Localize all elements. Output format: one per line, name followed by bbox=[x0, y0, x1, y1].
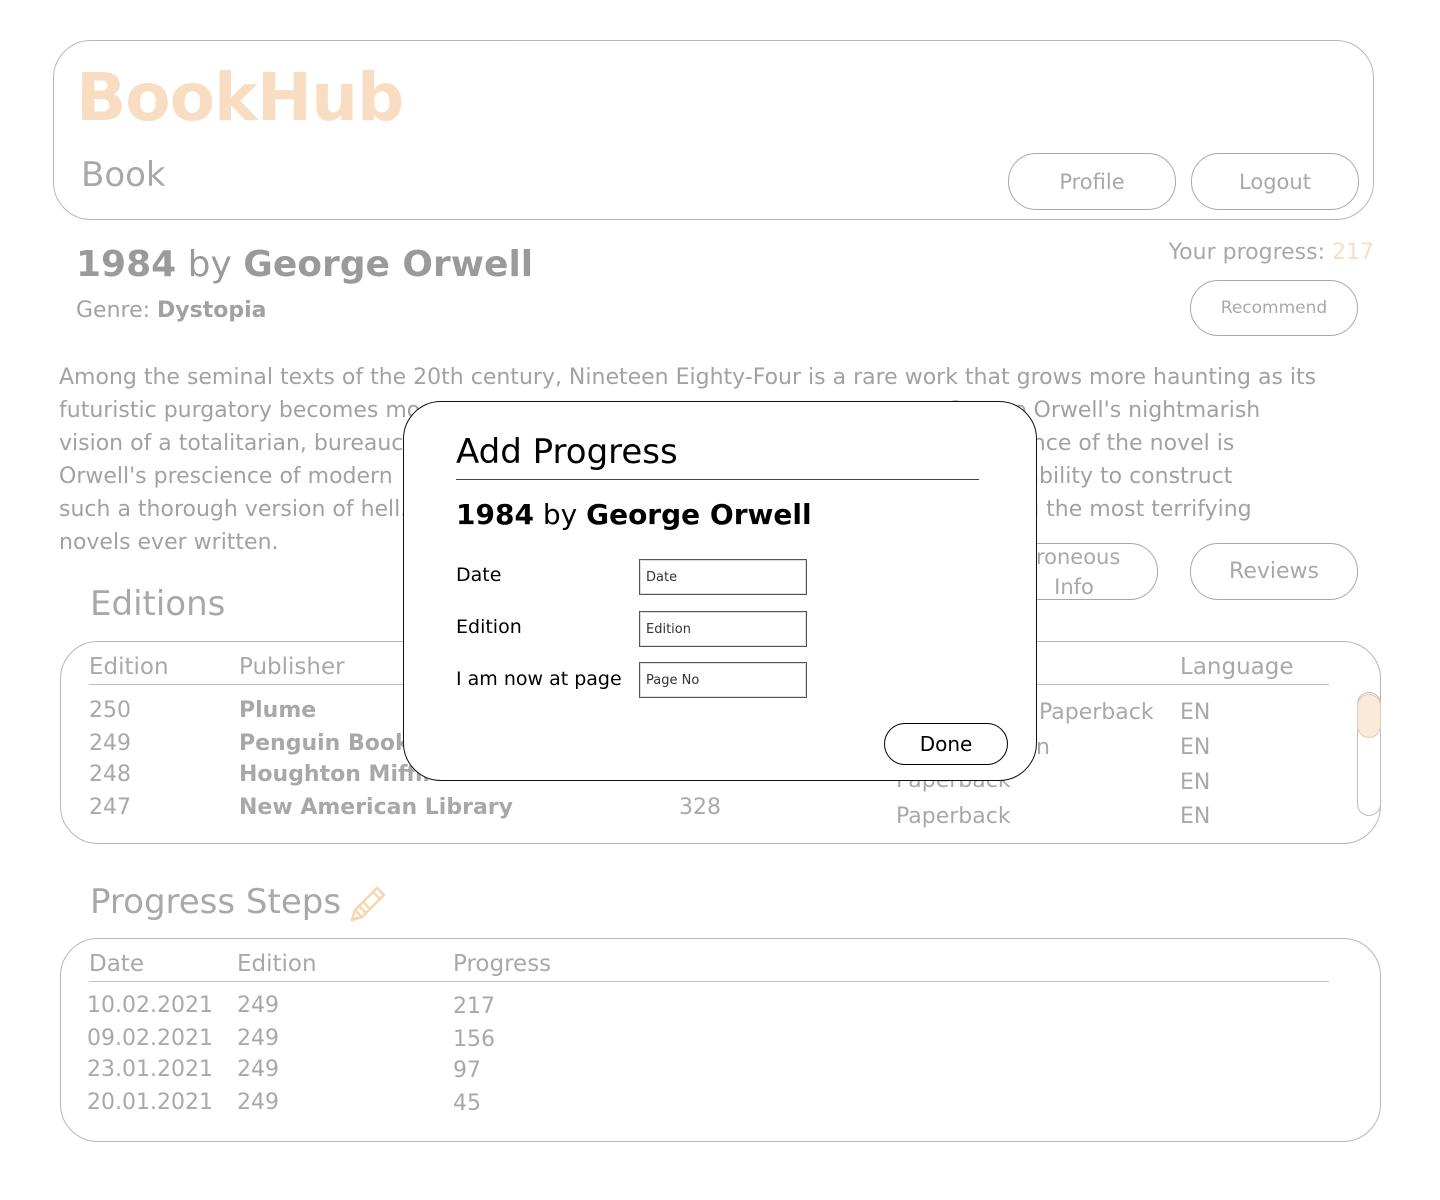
logo: BookHub bbox=[76, 59, 404, 136]
edition-publisher: Penguin Book bbox=[239, 731, 410, 756]
column-header-progress: Progress bbox=[453, 951, 552, 977]
column-header-language: Language bbox=[1180, 654, 1294, 680]
table-header-divider bbox=[89, 981, 1329, 982]
modal-book-title: 1984 bbox=[456, 498, 534, 531]
step-edition: 249 bbox=[237, 993, 279, 1018]
column-header-publisher: Publisher bbox=[239, 654, 345, 680]
editions-scrollbar-thumb[interactable] bbox=[1357, 694, 1381, 738]
edition-label: Edition bbox=[456, 616, 522, 638]
step-date: 20.01.2021 bbox=[87, 1090, 213, 1115]
modal-book-heading: 1984 by George Orwell bbox=[456, 498, 812, 531]
add-progress-modal: Add Progress 1984 by George Orwell Date … bbox=[403, 401, 1037, 781]
modal-title: Add Progress bbox=[456, 432, 678, 472]
erroneous-label-1: rroneous bbox=[1027, 544, 1121, 569]
step-edition: 249 bbox=[237, 1090, 279, 1115]
reviews-button[interactable]: Reviews bbox=[1190, 543, 1358, 600]
progress-value: 217 bbox=[1332, 240, 1374, 265]
column-header-edition: Edition bbox=[237, 951, 317, 977]
edition-language: EN bbox=[1180, 770, 1211, 795]
book-by: by bbox=[187, 244, 232, 285]
step-date: 09.02.2021 bbox=[87, 1026, 213, 1051]
edition-number: 247 bbox=[89, 795, 131, 820]
done-button[interactable]: Done bbox=[884, 723, 1008, 765]
step-progress: 45 bbox=[453, 1091, 481, 1116]
edition-format: Paperback bbox=[1039, 700, 1154, 725]
genre-label: Genre: bbox=[76, 298, 151, 323]
edition-format: Paperback bbox=[896, 804, 1011, 829]
page-number-field[interactable] bbox=[639, 662, 807, 698]
step-progress: 97 bbox=[453, 1058, 481, 1083]
description-line: Among the seminal texts of the 20th cent… bbox=[59, 365, 1317, 390]
page-subtitle: Book bbox=[81, 155, 166, 195]
logout-button[interactable]: Logout bbox=[1191, 153, 1359, 210]
progress-steps-table: Date Edition Progress 10.02.2021 249 217… bbox=[60, 938, 1381, 1142]
pencil-icon[interactable] bbox=[344, 882, 390, 928]
edition-number: 249 bbox=[89, 731, 131, 756]
modal-title-divider bbox=[456, 479, 979, 480]
edition-format: n bbox=[1036, 735, 1050, 760]
edition-language: EN bbox=[1180, 700, 1211, 725]
step-date: 10.02.2021 bbox=[87, 993, 213, 1018]
step-edition: 249 bbox=[237, 1026, 279, 1051]
edition-language: EN bbox=[1180, 735, 1211, 760]
edition-publisher: New American Library bbox=[239, 795, 513, 820]
date-field[interactable] bbox=[639, 559, 807, 595]
genre: Genre: Dystopia bbox=[76, 298, 267, 323]
column-header-date: Date bbox=[89, 951, 144, 977]
book-author: George Orwell bbox=[243, 244, 534, 285]
genre-value: Dystopia bbox=[157, 298, 267, 323]
progress-label: Your progress: bbox=[1168, 240, 1325, 265]
edition-publisher: Plume bbox=[239, 698, 317, 723]
edition-language: EN bbox=[1180, 804, 1211, 829]
edition-number: 248 bbox=[89, 762, 131, 787]
date-label: Date bbox=[456, 564, 502, 586]
header: BookHub Book Profile Logout bbox=[53, 40, 1374, 220]
modal-book-author: George Orwell bbox=[586, 498, 812, 531]
edition-field[interactable] bbox=[639, 611, 807, 647]
page-label: I am now at page bbox=[456, 668, 622, 690]
modal-book-by: by bbox=[542, 498, 578, 531]
book-heading: 1984 by George Orwell bbox=[76, 244, 533, 285]
step-date: 23.01.2021 bbox=[87, 1057, 213, 1082]
step-progress: 156 bbox=[453, 1027, 495, 1052]
column-header-edition: Edition bbox=[89, 654, 169, 680]
editions-title: Editions bbox=[90, 584, 226, 624]
book-title: 1984 bbox=[76, 244, 177, 285]
progress-steps-title: Progress Steps bbox=[90, 882, 342, 922]
edition-pages: 328 bbox=[679, 795, 721, 820]
profile-button[interactable]: Profile bbox=[1008, 153, 1176, 210]
step-edition: 249 bbox=[237, 1057, 279, 1082]
edition-number: 250 bbox=[89, 698, 131, 723]
erroneous-label-2: Info bbox=[1054, 574, 1094, 599]
your-progress: Your progress: 217 bbox=[1169, 240, 1374, 265]
recommend-button[interactable]: Recommend bbox=[1190, 280, 1358, 336]
step-progress: 217 bbox=[453, 994, 495, 1019]
edition-publisher: Houghton Miffli bbox=[239, 762, 431, 787]
